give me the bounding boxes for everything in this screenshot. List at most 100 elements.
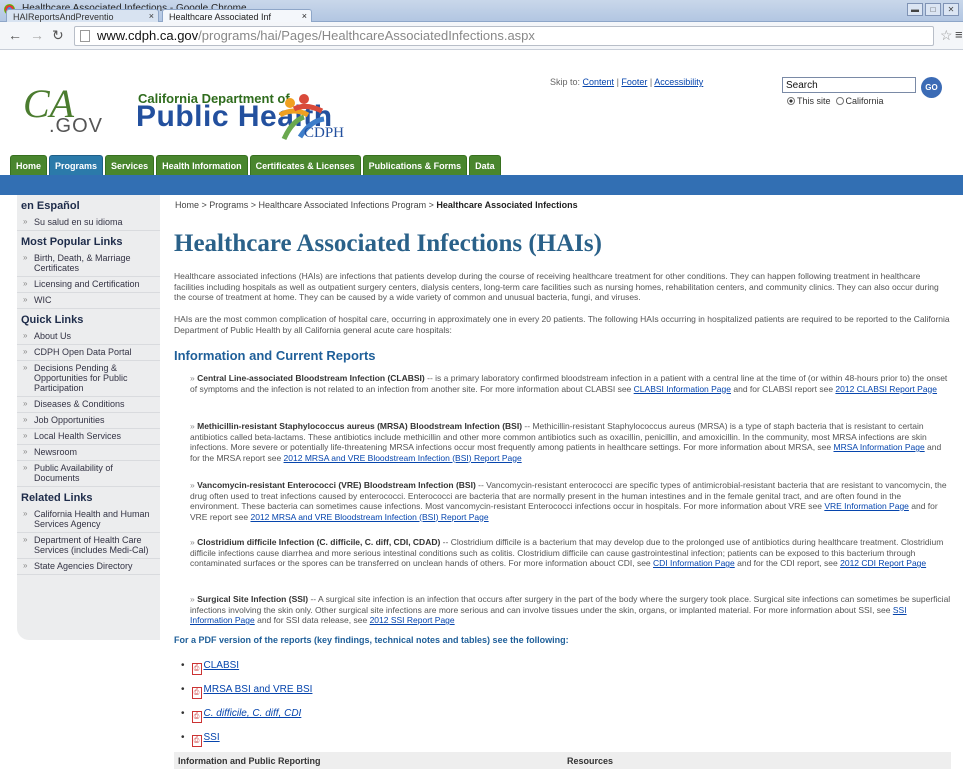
item-info-link[interactable]: MRSA Information Page	[833, 442, 924, 452]
pdf-link-clabsi[interactable]: CLABSI	[204, 660, 240, 671]
window-titlebar: Healthcare Associated Infections - Googl…	[0, 0, 963, 23]
pdf-icon: ⎙	[191, 711, 202, 723]
item-report-link[interactable]: 2012 MRSA and VRE Bloodstream Infection …	[284, 453, 522, 463]
browser-tab-2[interactable]: Healthcare Associated Inf ×	[162, 9, 312, 23]
close-icon[interactable]: ×	[302, 11, 307, 21]
hai-item-vre: » Vancomycin-resistant Enterococci (VRE)…	[190, 480, 951, 522]
pdf-list-item: • ⎙ C. difficile, C. diff, CDI	[181, 708, 301, 723]
browser-tab-1[interactable]: HAIReportsAndPreventio ×	[6, 9, 159, 23]
bullet-dot: •	[181, 708, 185, 719]
bookmark-star-icon[interactable]: ☆	[940, 27, 953, 44]
item-mid: and for SSI data release, see	[254, 615, 370, 625]
intro-paragraph-2: HAIs are the most common complication of…	[174, 314, 950, 335]
item-info-link[interactable]: CLABSI Information Page	[634, 384, 731, 394]
sidebar-item[interactable]: Diseases & Conditions	[17, 397, 160, 413]
minimize-icon[interactable]: ▬	[907, 3, 923, 16]
nav-tab-health-information[interactable]: Health Information	[156, 155, 248, 175]
sidebar-item[interactable]: CDPH Open Data Portal	[17, 345, 160, 361]
item-info-link[interactable]: CDI Information Page	[653, 558, 735, 568]
sidebar-item[interactable]: About Us	[17, 329, 160, 345]
tab-label: Healthcare Associated Inf	[169, 12, 272, 22]
forward-arrow-icon[interactable]: →	[30, 27, 44, 43]
skip-accessibility-link[interactable]: Accessibility	[654, 77, 703, 87]
breadcrumb-path[interactable]: Home > Programs > Healthcare Associated …	[175, 200, 436, 210]
sidebar-item[interactable]: Public Availability of Documents	[17, 461, 160, 487]
pdf-icon: ⎙	[191, 663, 202, 675]
item-title: Methicillin-resistant Staphylococcus aur…	[197, 421, 523, 431]
skip-label: Skip to:	[550, 77, 581, 87]
sidebar-item[interactable]: Local Health Services	[17, 429, 160, 445]
item-report-link[interactable]: 2012 CDI Report Page	[840, 558, 926, 568]
section-heading: Information and Current Reports	[174, 348, 376, 363]
window-close-icon[interactable]: ✕	[943, 3, 959, 16]
nav-tab-certificates[interactable]: Certificates & Licenses	[249, 155, 361, 175]
hai-item-ssi: » Surgical Site Infection (SSI) -- A sur…	[190, 594, 951, 626]
pdf-link-mrsa-vre[interactable]: MRSA BSI and VRE BSI	[204, 684, 313, 695]
sidebar-heading-related: Related Links	[21, 492, 93, 504]
reload-icon[interactable]: ↻	[52, 27, 64, 44]
bullet-dot: •	[181, 660, 185, 671]
nav-tab-publications[interactable]: Publications & Forms	[362, 155, 468, 175]
item-report-link[interactable]: 2012 MRSA and VRE Bloodstream Infection …	[250, 512, 488, 522]
maximize-icon[interactable]: □	[925, 3, 941, 16]
cdph-logo-text: CDPH	[304, 125, 345, 141]
item-report-link[interactable]: 2012 CLABSI Report Page	[835, 384, 937, 394]
california-radio[interactable]	[835, 97, 844, 105]
sidebar-item[interactable]: State Agencies Directory	[17, 559, 160, 575]
item-title: Central Line-associated Bloodstream Infe…	[197, 373, 425, 383]
skip-content-link[interactable]: Content	[583, 77, 615, 87]
back-arrow-icon[interactable]: ←	[8, 27, 22, 43]
pdf-link-cdi[interactable]: C. difficile, C. diff, CDI	[204, 708, 302, 719]
item-report-link[interactable]: 2012 SSI Report Page	[370, 615, 455, 625]
sidebar-item[interactable]: Licensing and Certification	[17, 277, 160, 293]
pdf-list-item: • ⎙ SSI	[181, 732, 220, 747]
pdf-icon: ⎙	[191, 687, 202, 699]
sidebar-item[interactable]: Su salud en su idioma	[17, 215, 160, 231]
hai-item-mrsa: » Methicillin-resistant Staphylococcus a…	[190, 421, 951, 463]
blue-divider-bar	[0, 175, 963, 195]
item-title: Surgical Site Infection (SSI)	[197, 594, 309, 604]
pdf-link-ssi[interactable]: SSI	[204, 732, 220, 743]
sidebar-item[interactable]: Birth, Death, & Marriage Certificates	[17, 251, 160, 277]
nav-tab-services[interactable]: Services	[105, 155, 155, 175]
search-input[interactable]	[782, 77, 916, 93]
sidebar-item[interactable]: WIC	[17, 293, 160, 309]
skip-footer-link[interactable]: Footer	[621, 77, 647, 87]
bullet-arrow-icon: »	[190, 594, 195, 604]
this-site-label: This site	[797, 96, 831, 106]
breadcrumb: Home > Programs > Healthcare Associated …	[175, 200, 578, 210]
pdf-intro: For a PDF version of the reports (key fi…	[174, 635, 569, 645]
sidebar-item[interactable]: Job Opportunities	[17, 413, 160, 429]
bullet-dot: •	[181, 684, 185, 695]
pdf-list-item: • ⎙ CLABSI	[181, 660, 239, 675]
sidebar-item[interactable]: California Health and Human Services Age…	[17, 507, 160, 533]
skip-links: Skip to: Content | Footer | Accessibilit…	[550, 77, 704, 87]
url-path: /programs/hai/Pages/HealthcareAssociated…	[198, 28, 535, 43]
sidebar-item[interactable]: Department of Health Care Services (incl…	[17, 533, 160, 559]
nav-tab-programs[interactable]: Programs	[49, 155, 104, 175]
bullet-arrow-icon: »	[190, 421, 195, 431]
item-info-link[interactable]: VRE Information Page	[824, 501, 909, 511]
item-mid: and for the CDI report, see	[734, 558, 841, 568]
pdf-list-item: • ⎙ MRSA BSI and VRE BSI	[181, 684, 312, 699]
nav-tab-home[interactable]: Home	[10, 155, 48, 175]
browser-toolbar: ← → ↻ www.cdph.ca.gov/programs/hai/Pages…	[0, 22, 963, 50]
sidebar-heading-quick: Quick Links	[21, 314, 84, 326]
this-site-radio[interactable]	[787, 97, 795, 105]
sidebar-heading-espanol: en Español	[21, 200, 80, 212]
bullet-arrow-icon: »	[190, 537, 195, 547]
url-domain: www.cdph.ca.gov	[97, 28, 199, 43]
site-banner: CA .GOV California Department of Public …	[0, 50, 963, 175]
nav-tab-data[interactable]: Data	[469, 155, 501, 175]
bullet-arrow-icon: »	[190, 480, 195, 490]
address-bar[interactable]: www.cdph.ca.gov/programs/hai/Pages/Healt…	[74, 26, 934, 46]
close-icon[interactable]: ×	[149, 11, 154, 21]
menu-icon[interactable]: ≡	[955, 27, 963, 42]
search-go-button[interactable]: GO	[921, 77, 942, 98]
info-table-header: Information and Public Reporting Resourc…	[174, 752, 951, 769]
web-page: CA .GOV California Department of Public …	[0, 50, 963, 776]
sidebar-item[interactable]: Newsroom	[17, 445, 160, 461]
breadcrumb-current: Healthcare Associated Infections	[436, 200, 578, 210]
sidebar-item[interactable]: Decisions Pending & Opportunities for Pu…	[17, 361, 160, 397]
ca-gov-logo-sub: .GOV	[49, 115, 104, 137]
